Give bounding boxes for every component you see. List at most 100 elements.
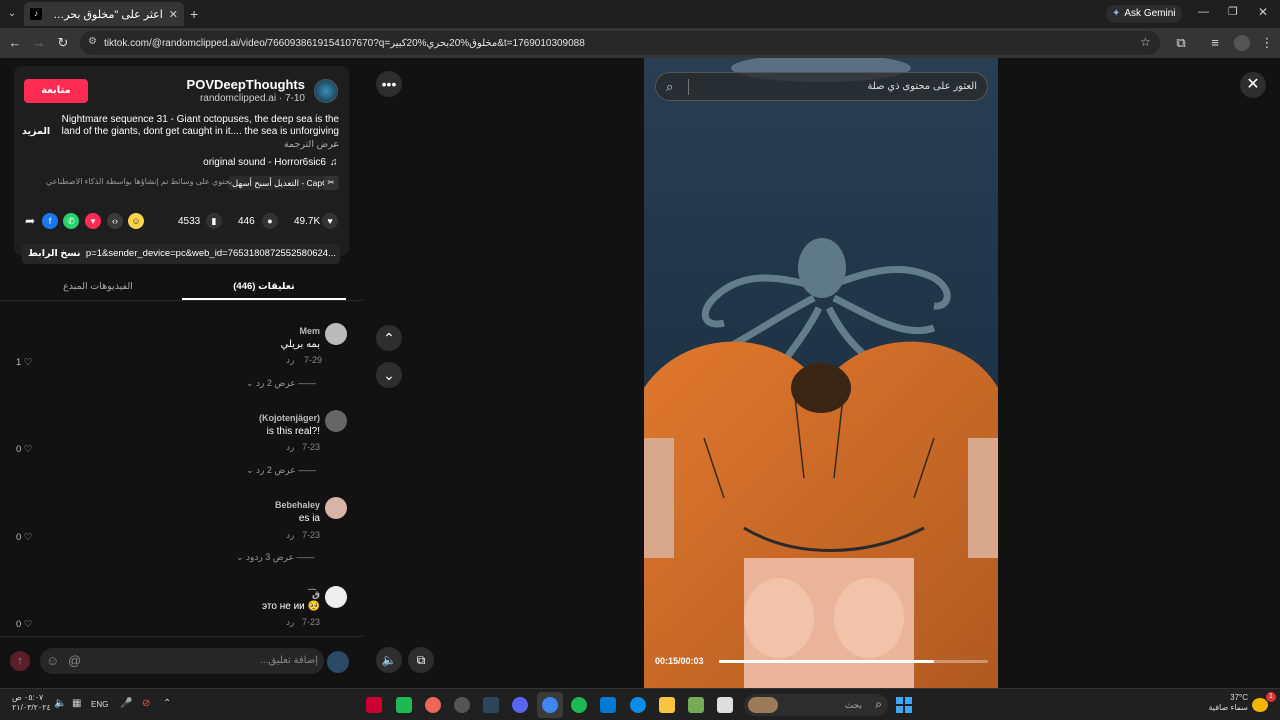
view-replies-link[interactable]: ⌄ عرض 2 رد —— (246, 465, 316, 476)
search-icon[interactable]: ⌕ (666, 79, 673, 95)
heart-icon[interactable]: ♥ (322, 213, 338, 229)
whatsapp-share-icon[interactable]: ✆ (63, 213, 79, 229)
tiktok-repost-icon[interactable]: ▾ (85, 213, 101, 229)
chrome-alt-icon[interactable] (425, 697, 441, 713)
settings-gear-icon[interactable] (454, 697, 470, 713)
security-icon[interactable]: ⊘ (142, 698, 150, 709)
taskbar-search[interactable]: بحث ⌕ (744, 694, 888, 716)
comment-username[interactable]: ق͡ (230, 589, 320, 600)
comment-username[interactable]: Bebehaley (200, 500, 320, 510)
url-bar[interactable]: ⚙ tiktok.com/@randomclipped.ai/video/766… (80, 31, 1160, 55)
author-avatar[interactable] (314, 79, 338, 103)
capcut-badge[interactable]: CapCut - التعديل أسبح أسهل (228, 176, 340, 190)
edge-icon[interactable] (630, 697, 646, 713)
microphone-icon[interactable]: 🎤 (120, 698, 132, 709)
comment-date: 7-23 (302, 442, 321, 452)
video-player[interactable] (644, 58, 998, 688)
photos-icon[interactable] (688, 697, 704, 713)
tab-creator-videos[interactable]: الفيديوهات المبدع (16, 274, 180, 300)
video-search-bar[interactable]: ⌕ العثور على محتوى ذي صلة (655, 72, 988, 101)
comment-avatar[interactable] (325, 410, 347, 432)
windows-start-icon[interactable] (896, 697, 912, 713)
author-handle[interactable]: randomclipped.ai · 7-10 (100, 93, 305, 104)
reload-icon[interactable]: ↻ (54, 34, 72, 52)
close-tab-icon[interactable]: ✕ (169, 8, 178, 21)
reply-link[interactable]: رد (286, 617, 294, 628)
store-icon[interactable] (600, 697, 616, 713)
language-indicator[interactable]: ENG (91, 700, 108, 709)
tab-comments[interactable]: تعليقات (446) (182, 274, 346, 300)
view-replies-link[interactable]: ⌄ عرض 3 ردود —— (236, 552, 315, 563)
sound-name[interactable]: original sound - Horror6sic6 (150, 157, 326, 168)
comment-like-count[interactable]: 1 ♡ (16, 357, 32, 368)
spotify-icon[interactable] (571, 697, 587, 713)
window-close-button[interactable]: ✕ (1258, 5, 1268, 19)
profile-avatar[interactable] (1234, 35, 1250, 51)
copy-link-button[interactable]: نسخ الرابط (28, 248, 80, 259)
search-icon: ⌕ (875, 697, 882, 711)
next-video-icon[interactable]: ⌄ (376, 362, 402, 388)
clock[interactable]: ٠٥:٠٧ ص ٢١/٠٣/٢٠٢٤ (12, 693, 51, 713)
speaker-icon[interactable]: 🔈 (54, 698, 66, 709)
forward-icon[interactable]: → (30, 34, 48, 52)
bookmark-icon[interactable]: ▮ (206, 213, 222, 229)
send-comment-icon[interactable]: ↑ (10, 651, 30, 671)
previous-video-icon[interactable]: ⌃ (376, 325, 402, 351)
comment-avatar[interactable] (325, 497, 347, 519)
pip-icon[interactable]: ⧉ (408, 647, 434, 673)
tray-chevron-icon[interactable]: ⌃ (163, 698, 171, 709)
see-more-link[interactable]: المزيد (22, 126, 50, 137)
embed-code-icon[interactable]: ‹› (107, 213, 123, 229)
weather-sun-icon (1252, 698, 1268, 712)
author-username[interactable]: POVDeepThoughts (100, 77, 305, 92)
saves-count: 4533 (178, 216, 201, 227)
comment-date: 7-23 (302, 530, 321, 540)
weather-widget[interactable]: 37°C سماء صافية (1206, 693, 1248, 713)
comment-like-count[interactable]: 0 ♡ (16, 532, 32, 543)
bookmark-star-icon[interactable]: ☆ (1140, 35, 1151, 49)
browser-tab[interactable]: ♪ اعثر على "مخلوق بحري كبير" ✕ (24, 2, 184, 26)
comment-avatar[interactable] (325, 323, 347, 345)
reply-link[interactable]: رد (286, 530, 294, 541)
weather-temp: 37°C (1230, 693, 1248, 702)
translate-link[interactable]: عرض الترجمة (200, 139, 339, 150)
comment-input[interactable]: ☺ @ إضافة تعليق... (40, 648, 324, 674)
maximize-button[interactable]: ❐ (1228, 5, 1238, 18)
video-progress-bar[interactable] (719, 660, 988, 663)
site-info-icon[interactable]: ⚙ (88, 36, 97, 47)
emoji-icon[interactable]: ☺ (46, 653, 59, 668)
menu-dots-icon[interactable]: ⋮ (1258, 34, 1276, 52)
mention-icon[interactable]: @ (68, 653, 81, 668)
network-icon[interactable]: ▦ (72, 698, 81, 709)
comment-like-count[interactable]: 0 ♡ (16, 444, 32, 455)
view-replies-link[interactable]: ⌄ عرض 2 رد —— (246, 378, 316, 389)
file-explorer-icon[interactable] (659, 697, 675, 713)
comment-avatar[interactable] (325, 586, 347, 608)
app-icon-green[interactable] (396, 697, 412, 713)
facebook-share-icon[interactable]: f (42, 213, 58, 229)
emoji-share-icon[interactable]: ☺ (128, 213, 144, 229)
share-arrow-icon[interactable]: ➦ (22, 213, 38, 229)
comment-like-count[interactable]: 0 ♡ (16, 619, 32, 630)
more-options-icon[interactable]: ••• (376, 71, 402, 97)
tab-list-icon[interactable]: ⌄ (4, 6, 20, 22)
ask-gemini-button[interactable]: ✦ Ask Gemini (1106, 5, 1182, 23)
media-icon[interactable]: ≡ (1206, 34, 1224, 52)
new-tab-button[interactable]: + (190, 6, 198, 22)
steam-icon[interactable] (483, 697, 499, 713)
close-video-icon[interactable]: ✕ (1240, 72, 1266, 98)
comment-bubble-icon[interactable]: ● (262, 213, 278, 229)
minimize-button[interactable]: — (1198, 6, 1209, 18)
extensions-icon[interactable]: ⧉ (1172, 34, 1190, 52)
back-icon[interactable]: ← (6, 34, 24, 52)
chrome-icon[interactable] (542, 697, 558, 713)
volume-icon[interactable]: 🔈 (376, 647, 402, 673)
reply-link[interactable]: رد (286, 442, 294, 453)
app-icon-red[interactable] (366, 697, 382, 713)
notepad-icon[interactable] (717, 697, 733, 713)
comment-username[interactable]: Mem (230, 326, 320, 336)
follow-button[interactable]: متابعة (24, 79, 88, 103)
discord-icon[interactable] (512, 697, 528, 713)
comment-username[interactable]: (Kojotenjäger) (200, 413, 320, 423)
reply-link[interactable]: رد (286, 355, 294, 366)
